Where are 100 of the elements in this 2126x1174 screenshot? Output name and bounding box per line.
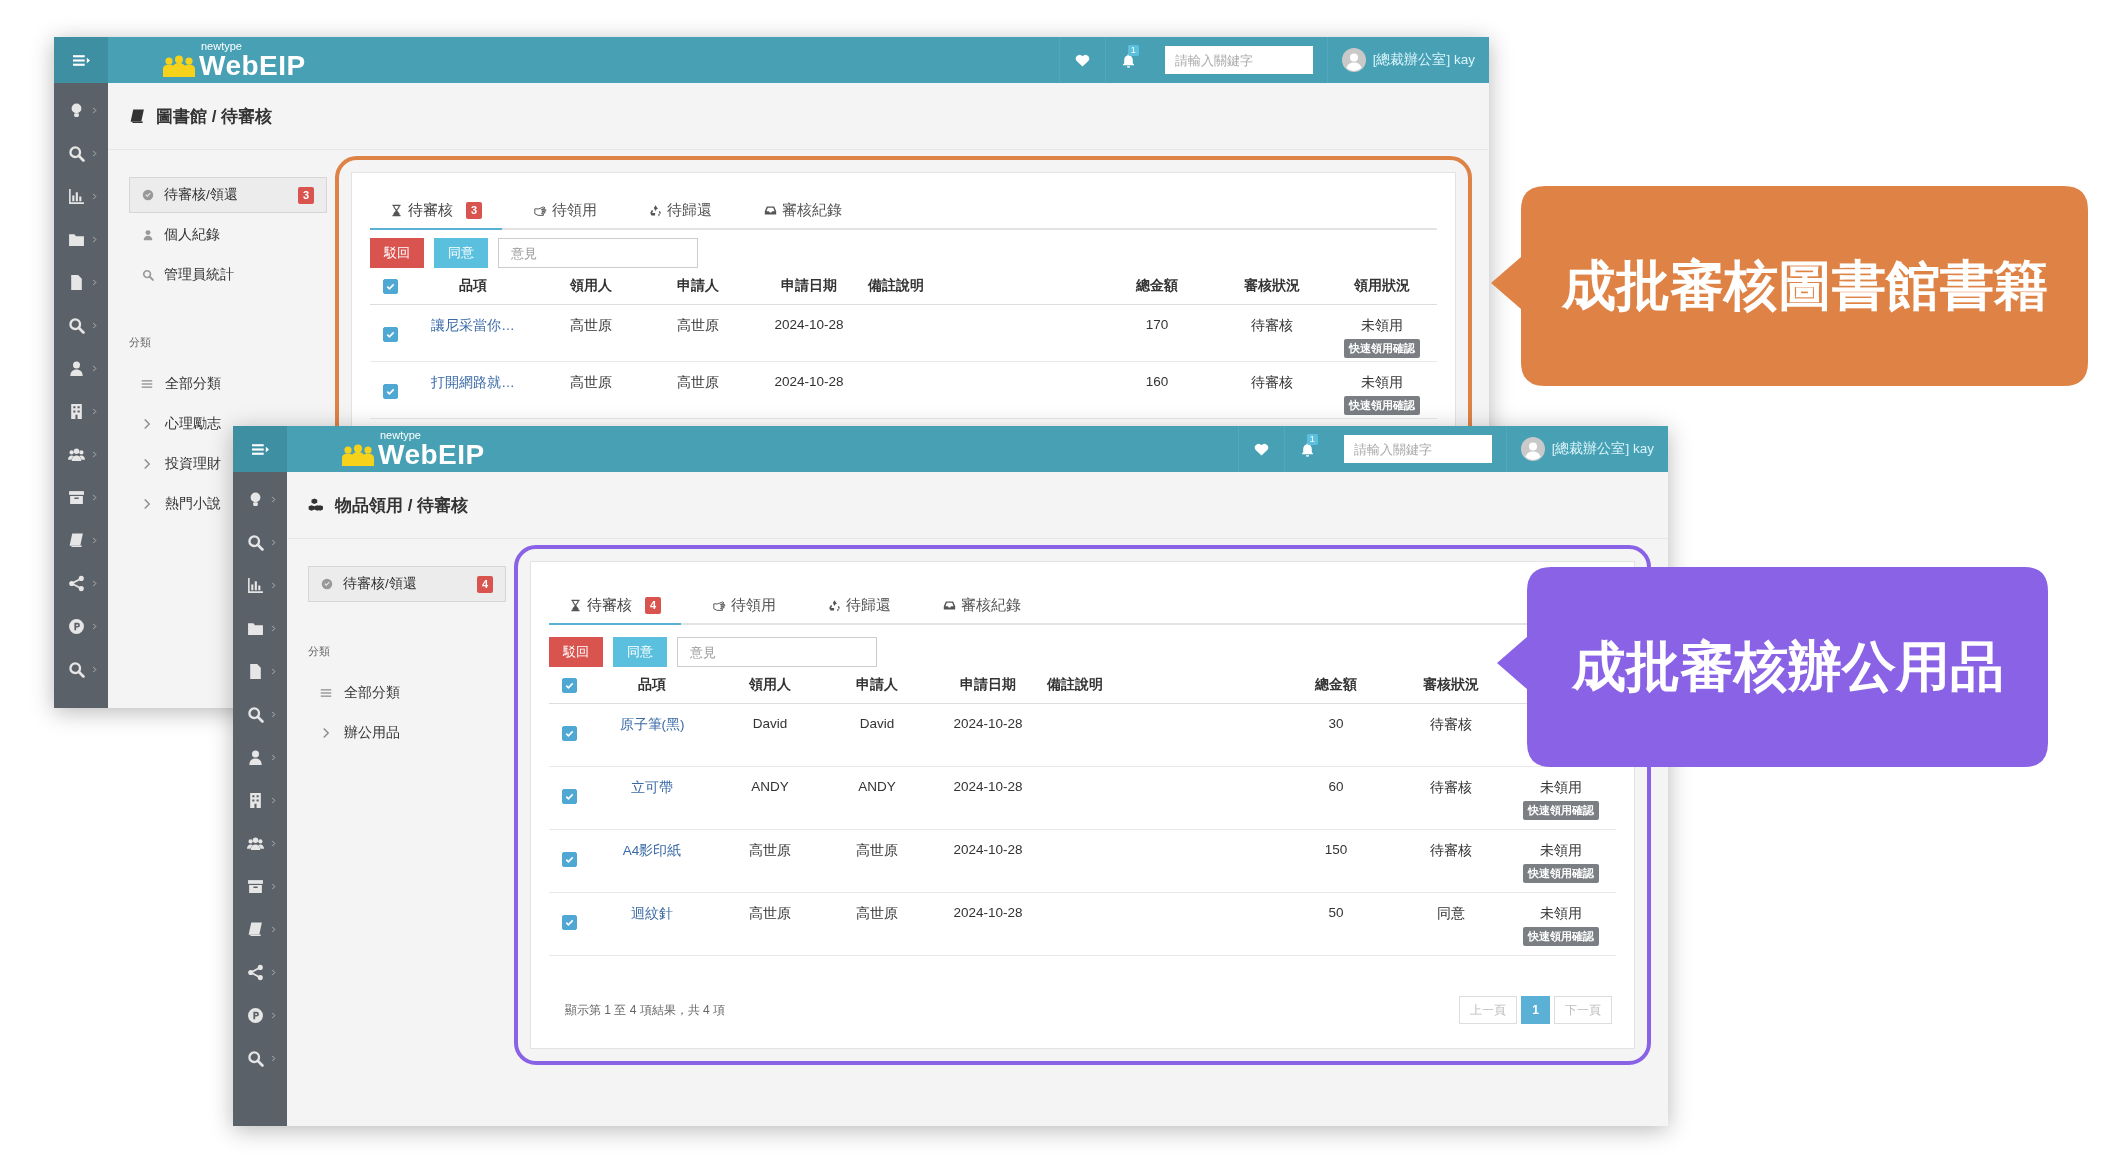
count-badge: 4 bbox=[476, 575, 493, 593]
callout-bubble: 成批審核圖書館書籍 bbox=[1491, 186, 2088, 386]
menu-item[interactable]: 待審核/領還 4 bbox=[308, 566, 506, 602]
table-cell: 高世原 bbox=[749, 905, 791, 923]
comment-field[interactable]: 意見 bbox=[677, 637, 877, 667]
table-cell: 高世原 bbox=[570, 374, 612, 392]
tab[interactable]: 待領用 bbox=[693, 588, 797, 625]
table-cell: ANDY bbox=[751, 779, 789, 794]
column-header: 總金額 bbox=[1314, 676, 1358, 694]
column-header: 備註說明 bbox=[1047, 676, 1104, 694]
table-cell: 2024-10-28 bbox=[774, 317, 844, 332]
count-badge: 4 bbox=[645, 597, 662, 614]
tab[interactable]: 待審核 3 bbox=[370, 193, 503, 230]
column-header: 申請人 bbox=[676, 277, 720, 295]
category-item[interactable]: 熱門小說 bbox=[165, 495, 221, 513]
notification-badge: 1 bbox=[1127, 45, 1139, 56]
table-cell: 高世原 bbox=[856, 905, 898, 923]
table-cell: 待審核 bbox=[1430, 779, 1472, 797]
callout-bubble: 成批審核辦公用品 bbox=[1497, 567, 2048, 767]
column-header: 品項 bbox=[637, 676, 667, 694]
menu-item[interactable]: 待審核/領還 3 bbox=[129, 177, 327, 213]
search-field[interactable]: 請輸入關鍵字 bbox=[1164, 46, 1313, 74]
search-field[interactable]: 請輸入關鍵字 bbox=[1343, 435, 1492, 463]
table-cell: 高世原 bbox=[570, 317, 612, 335]
tab[interactable]: 審核紀錄 bbox=[923, 588, 1042, 625]
section-heading: 分類 bbox=[129, 335, 152, 350]
table-cell: 未領用 bbox=[1540, 779, 1582, 797]
reject-button[interactable]: 駁回 bbox=[549, 637, 603, 667]
table-cell: 未領用 bbox=[1361, 374, 1403, 392]
table-cell: 未領用 bbox=[1361, 317, 1403, 335]
logo-title: WebEIP bbox=[199, 51, 306, 80]
logo-title: WebEIP bbox=[378, 440, 485, 469]
tab[interactable]: 待歸還 bbox=[629, 193, 733, 230]
section-heading: 分類 bbox=[308, 644, 331, 659]
table-cell: 50 bbox=[1328, 905, 1344, 920]
menu-item[interactable]: 個人紀錄 bbox=[129, 217, 327, 253]
logo-subtitle: newtype bbox=[380, 429, 422, 441]
count-badge: 3 bbox=[466, 202, 483, 219]
table-cell: David bbox=[859, 716, 895, 731]
item-link[interactable]: 原子筆(黑) bbox=[619, 716, 685, 734]
tab[interactable]: 待歸還 bbox=[808, 588, 912, 625]
column-header: 申請日期 bbox=[959, 676, 1017, 694]
quick-confirm-button[interactable]: 快速領用確認 bbox=[1523, 864, 1599, 883]
table-cell: 60 bbox=[1328, 779, 1344, 794]
table-cell: 2024-10-28 bbox=[953, 779, 1023, 794]
category-item[interactable]: 辦公用品 bbox=[344, 724, 400, 742]
column-header: 領用人 bbox=[568, 277, 613, 295]
logo-subtitle: newtype bbox=[201, 40, 243, 52]
category-item[interactable]: 全部分類 bbox=[344, 684, 400, 702]
breadcrumb: 物品領用 / 待審核 bbox=[335, 494, 469, 517]
table-cell: 150 bbox=[1324, 842, 1348, 857]
tab[interactable]: 待審核 4 bbox=[549, 588, 682, 625]
quick-confirm-button[interactable]: 快速領用確認 bbox=[1344, 339, 1420, 358]
item-link[interactable]: 迴紋針 bbox=[631, 905, 673, 923]
table-cell: 未領用 bbox=[1540, 905, 1582, 923]
table-cell: 170 bbox=[1145, 317, 1169, 332]
table-cell: 30 bbox=[1328, 716, 1344, 731]
table-cell: 待審核 bbox=[1430, 842, 1472, 860]
category-item[interactable]: 心理勵志 bbox=[165, 415, 221, 433]
quick-confirm-button[interactable]: 快速領用確認 bbox=[1344, 396, 1420, 415]
column-header: 申請人 bbox=[855, 676, 899, 694]
count-badge: 3 bbox=[297, 186, 314, 204]
table-cell: 未領用 bbox=[1540, 842, 1582, 860]
table-cell: 2024-10-28 bbox=[953, 716, 1023, 731]
quick-confirm-button[interactable]: 快速領用確認 bbox=[1523, 801, 1599, 820]
table-cell: 高世原 bbox=[677, 374, 719, 392]
item-link[interactable]: 讓尼采當你… bbox=[431, 317, 515, 335]
table-cell: 高世原 bbox=[677, 317, 719, 335]
table-cell: 高世原 bbox=[749, 842, 791, 860]
table-cell: 160 bbox=[1145, 374, 1169, 389]
table-cell: 2024-10-28 bbox=[953, 905, 1023, 920]
table-cell: 待審核 bbox=[1251, 374, 1293, 392]
notification-badge: 1 bbox=[1306, 434, 1318, 445]
quick-confirm-button[interactable]: 快速領用確認 bbox=[1523, 927, 1599, 946]
menu-item[interactable]: 管理員統計 bbox=[129, 257, 327, 293]
column-header: 總金額 bbox=[1135, 277, 1179, 295]
table-cell: 待審核 bbox=[1430, 716, 1472, 734]
column-header: 品項 bbox=[458, 277, 488, 295]
category-item[interactable]: 全部分類 bbox=[165, 375, 221, 393]
tab[interactable]: 待領用 bbox=[514, 193, 618, 230]
column-header: 領用人 bbox=[747, 676, 792, 694]
table-cell: 待審核 bbox=[1251, 317, 1293, 335]
reject-button[interactable]: 駁回 bbox=[370, 238, 424, 268]
table-cell: 高世原 bbox=[856, 842, 898, 860]
item-link[interactable]: A4影印紙 bbox=[622, 842, 682, 860]
tab[interactable]: 審核紀錄 bbox=[744, 193, 863, 230]
results-info: 顯示第 1 至 4 項結果，共 4 項 bbox=[565, 1001, 726, 1019]
item-link[interactable]: 打開網路就… bbox=[431, 374, 515, 392]
column-header: 申請日期 bbox=[780, 277, 838, 295]
breadcrumb: 圖書館 / 待審核 bbox=[156, 105, 273, 128]
column-header: 審核狀況 bbox=[1243, 277, 1301, 295]
item-link[interactable]: 立可帶 bbox=[631, 779, 673, 797]
table-cell: 同意 bbox=[1437, 905, 1465, 923]
table-cell: ANDY bbox=[858, 779, 896, 794]
table-cell: 2024-10-28 bbox=[774, 374, 844, 389]
table-cell: David bbox=[752, 716, 788, 731]
column-header: 領用狀況 bbox=[1352, 277, 1411, 295]
category-item[interactable]: 投資理財 bbox=[165, 455, 221, 473]
column-header: 審核狀況 bbox=[1422, 676, 1480, 694]
comment-field[interactable]: 意見 bbox=[498, 238, 698, 268]
